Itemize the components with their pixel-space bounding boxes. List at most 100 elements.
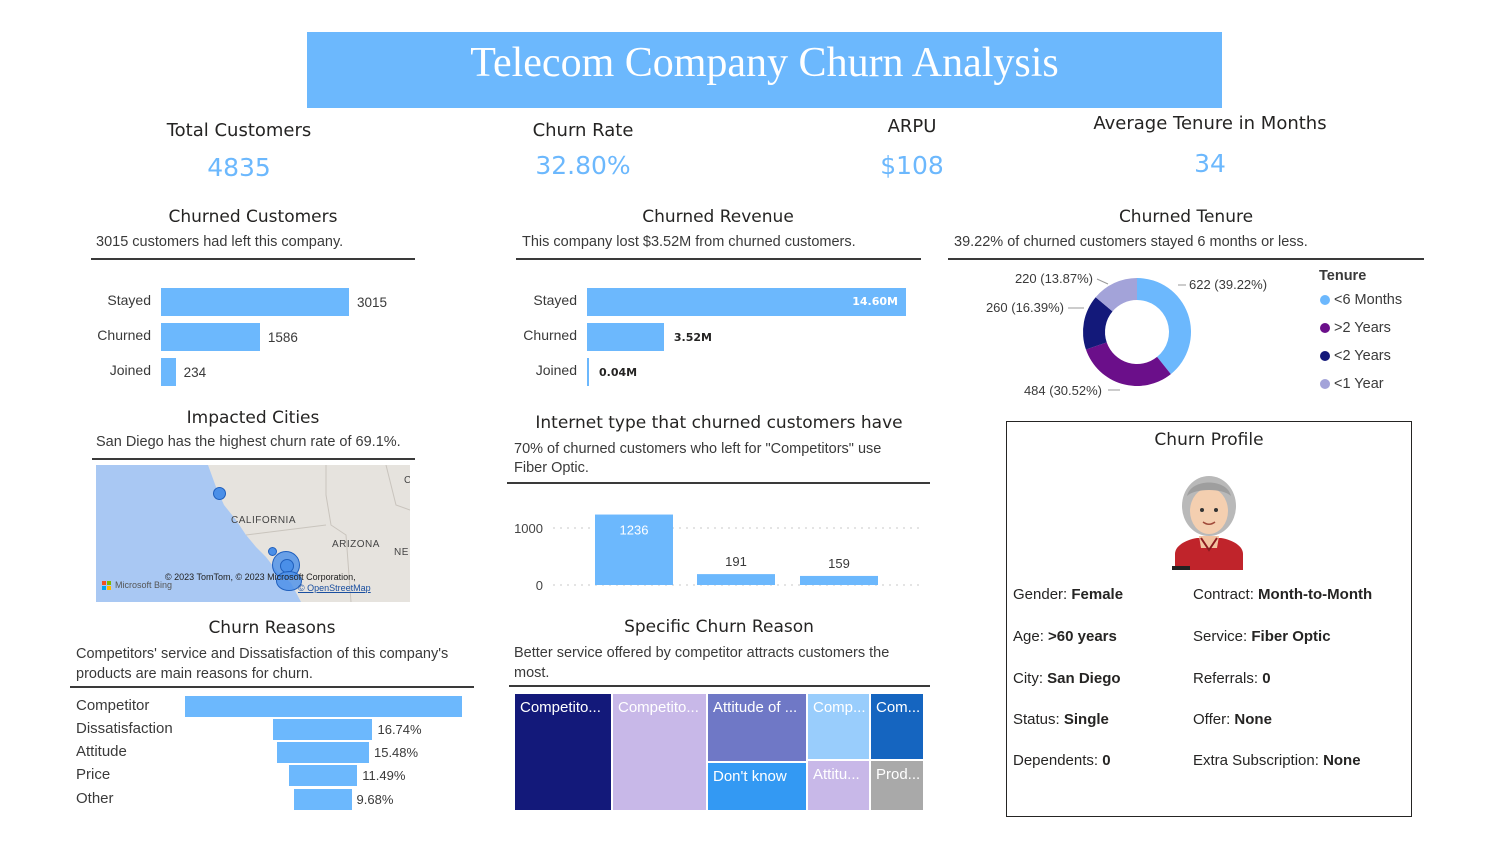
profile-field-key: Extra Subscription: — [1193, 752, 1319, 769]
legend-dot-icon — [1320, 351, 1330, 362]
divider — [507, 482, 930, 484]
donut-slice[interactable] — [1137, 278, 1191, 375]
bar[interactable] — [161, 323, 260, 351]
specific-reason-treemap: Competito... Competito... Attitude of ..… — [515, 694, 924, 811]
treemap-cell[interactable]: Competito... — [515, 694, 611, 810]
page-title: Telecom Company Churn Analysis — [307, 32, 1222, 108]
legend-label: <6 Months — [1334, 292, 1403, 308]
bar-category-label: Churned — [97, 327, 151, 343]
profile-field-value: 0 — [1102, 752, 1111, 769]
profile-field: Referrals: 0 — [1193, 670, 1271, 687]
kpi-avg-tenure-label: Average Tenure in Months — [1093, 113, 1327, 134]
legend-item: <1 Year — [1320, 376, 1384, 392]
impacted-cities-title: Impacted Cities — [186, 408, 320, 428]
churn-reasons-subtitle: Competitors' service and Dissatisfaction… — [76, 646, 449, 682]
legend-dot-icon — [1320, 295, 1330, 306]
divider — [516, 258, 921, 260]
bar[interactable] — [277, 742, 369, 763]
profile-field-key: Status: — [1013, 711, 1060, 728]
profile-field-value: Female — [1071, 586, 1124, 603]
kpi-avg-tenure-value: 34 — [1194, 149, 1226, 178]
bar[interactable] — [161, 288, 349, 316]
divider — [70, 686, 474, 688]
bar-value-label: 234 — [183, 365, 207, 380]
churned-revenue-title: Churned Revenue — [642, 207, 794, 227]
bar-value-label: 16.74% — [377, 722, 422, 737]
treemap-cell[interactable]: Com... — [871, 694, 923, 759]
treemap-cell[interactable]: Attitu... — [808, 761, 869, 810]
treemap-cell[interactable]: Prod... — [871, 761, 923, 810]
tenure-legend-title: Tenure — [1319, 268, 1367, 284]
profile-field: Extra Subscription: None — [1193, 752, 1361, 769]
bar[interactable] — [587, 323, 664, 351]
bar[interactable] — [161, 358, 176, 386]
profile-field-value: >60 years — [1048, 628, 1117, 645]
map-label-arizona: ARIZONA — [332, 539, 380, 550]
kpi-arpu-value: $108 — [880, 151, 944, 180]
profile-field-key: Dependents: — [1013, 752, 1099, 769]
reason-label: Other — [76, 790, 114, 807]
kpi-total-customers-label: Total Customers — [166, 120, 312, 141]
kpi-churn-rate-value: 32.80% — [535, 151, 631, 180]
y-tick-label: 1000 — [514, 521, 543, 536]
city-map[interactable]: CALIFORNIA ARIZONA NE C Microsoft Bing ©… — [96, 465, 410, 602]
profile-field: Offer: None — [1193, 711, 1272, 728]
churn-reasons-title: Churn Reasons — [208, 618, 336, 638]
churn-profile-title: Churn Profile — [1154, 430, 1264, 450]
divider — [91, 258, 415, 260]
bar-value-label: 1586 — [267, 330, 298, 345]
map-label-california: CALIFORNIA — [231, 515, 297, 526]
kpi-total-customers-value: 4835 — [207, 153, 271, 182]
bar[interactable] — [294, 789, 352, 810]
churned-customers-title: Churned Customers — [168, 207, 338, 227]
treemap-cell[interactable]: Attitude of ... — [708, 694, 806, 761]
profile-field-value: San Diego — [1047, 670, 1121, 687]
impacted-cities-subtitle: San Diego has the highest churn rate of … — [96, 434, 401, 450]
profile-field-key: Service: — [1193, 628, 1248, 645]
profile-field-value: None — [1234, 711, 1272, 728]
profile-field: Service: Fiber Optic — [1193, 628, 1331, 645]
bar[interactable] — [289, 765, 358, 786]
bar-category-label: Joined — [535, 362, 577, 378]
profile-field: Age: >60 years — [1013, 628, 1117, 645]
map-osm-link[interactable]: © OpenStreetMap — [298, 583, 371, 593]
profile-field-value: Fiber Optic — [1251, 628, 1331, 645]
internet-type-subtitle: 70% of churned customers who left for "C… — [514, 441, 882, 476]
treemap-cell[interactable]: Don't know — [708, 763, 806, 810]
bar[interactable] — [587, 358, 589, 386]
legend-label: >2 Years — [1334, 320, 1391, 336]
divider — [92, 458, 415, 460]
internet-type-title: Internet type that churned customers hav… — [535, 413, 903, 433]
bar-value-label: 11.49% — [362, 768, 406, 783]
bar-value-label: 9.68% — [356, 792, 394, 807]
profile-field-key: Contract: — [1193, 586, 1254, 603]
y-tick-label: 0 — [536, 578, 543, 593]
reason-label: Attitude — [76, 743, 127, 760]
legend-item: <6 Months — [1320, 292, 1402, 308]
donut-leader-line — [1096, 278, 1109, 285]
specific-reason-title: Specific Churn Reason — [624, 617, 814, 637]
bar[interactable] — [800, 575, 878, 585]
bar[interactable] — [697, 574, 775, 585]
treemap-cell[interactable]: Comp... — [808, 694, 869, 759]
specific-reason-subtitle: Better service offered by competitor att… — [514, 645, 890, 681]
bar[interactable] — [273, 719, 373, 740]
bar-value-label: 159 — [828, 556, 850, 571]
bar-value-label: 15.48% — [373, 745, 419, 760]
bar-value-label: 1236 — [620, 523, 649, 538]
bar-value-label: 3.52M — [673, 331, 712, 344]
bar-category-label: Churned — [523, 327, 577, 343]
tenure-donut-chart: 622 (39.22%) 484 (30.52%) 260 (16.39%) 220 … — [986, 271, 1267, 398]
profile-field: City: San Diego — [1013, 670, 1121, 687]
profile-field-value: Month-to-Month — [1258, 586, 1373, 603]
profile-field-key: Referrals: — [1193, 670, 1259, 687]
donut-slice[interactable] — [1085, 342, 1171, 386]
churned-tenure-subtitle: 39.22% of churned customers stayed 6 mon… — [954, 234, 1308, 250]
reason-label: Price — [76, 766, 111, 783]
map-bing-credit: Microsoft Bing — [115, 580, 173, 590]
treemap-cell[interactable]: Competito... — [613, 694, 706, 810]
city-marker[interactable] — [213, 487, 226, 500]
churned-revenue-subtitle: This company lost $3.52M from churned cu… — [522, 234, 856, 250]
bar[interactable] — [185, 696, 462, 717]
donut-value-label: 260 (16.39%) — [986, 300, 1064, 315]
